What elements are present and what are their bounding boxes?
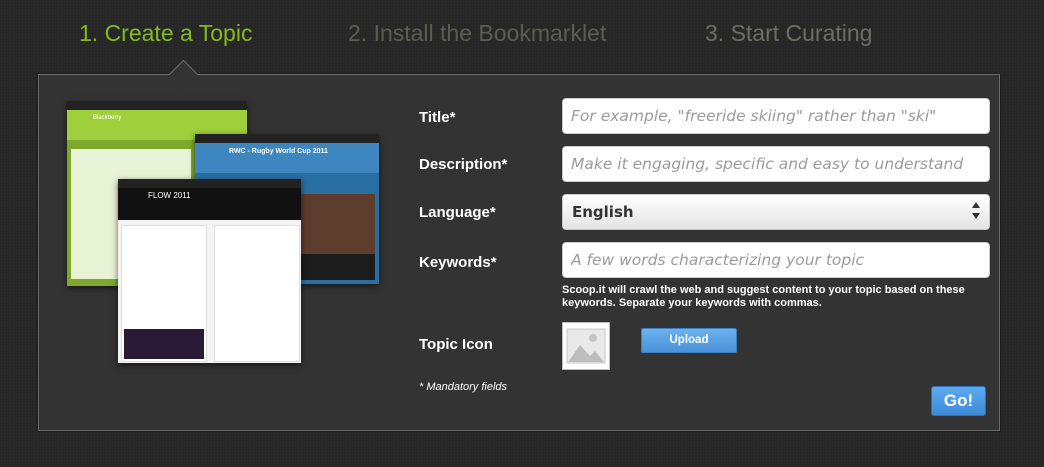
description-label: Description* [419, 156, 508, 173]
step-create-topic[interactable]: 1. Create a Topic [79, 18, 252, 48]
preview-title: FLOW 2011 [148, 191, 191, 200]
language-label: Language* [419, 204, 496, 221]
description-input[interactable] [562, 146, 990, 182]
wizard-steps: 1. Create a Topic 2. Install the Bookmar… [0, 18, 1044, 52]
active-step-pointer [168, 59, 199, 90]
keywords-input[interactable] [562, 242, 990, 278]
topic-icon-label: Topic Icon [419, 336, 493, 353]
preview-title: RWC - Rugby World Cup 2011 [229, 148, 328, 155]
image-placeholder-icon [562, 322, 610, 370]
go-button[interactable]: Go! [931, 386, 986, 416]
upload-button[interactable]: Upload [641, 328, 737, 353]
step-install-bookmarklet[interactable]: 2. Install the Bookmarklet [348, 18, 606, 48]
preview-screenshot-flow: FLOW 2011 [118, 179, 301, 363]
step-start-curating[interactable]: 3. Start Curating [705, 18, 872, 48]
select-arrows-icon [971, 202, 981, 222]
keywords-hint: Scoop.it will crawl the web and suggest … [562, 284, 965, 309]
preview-title: Blackberry [93, 115, 122, 121]
language-selected-value: English [572, 203, 634, 221]
mandatory-fields-note: * Mandatory fields [419, 381, 508, 393]
create-topic-panel: Blackberry RWC - Rugby World Cup 2011 FL… [38, 59, 1000, 431]
topic-preview-screenshots: Blackberry RWC - Rugby World Cup 2011 FL… [67, 101, 379, 363]
title-input[interactable] [562, 98, 990, 134]
language-select[interactable]: English [562, 194, 990, 230]
keywords-label: Keywords* [419, 254, 497, 271]
title-label: Title* [419, 109, 456, 126]
